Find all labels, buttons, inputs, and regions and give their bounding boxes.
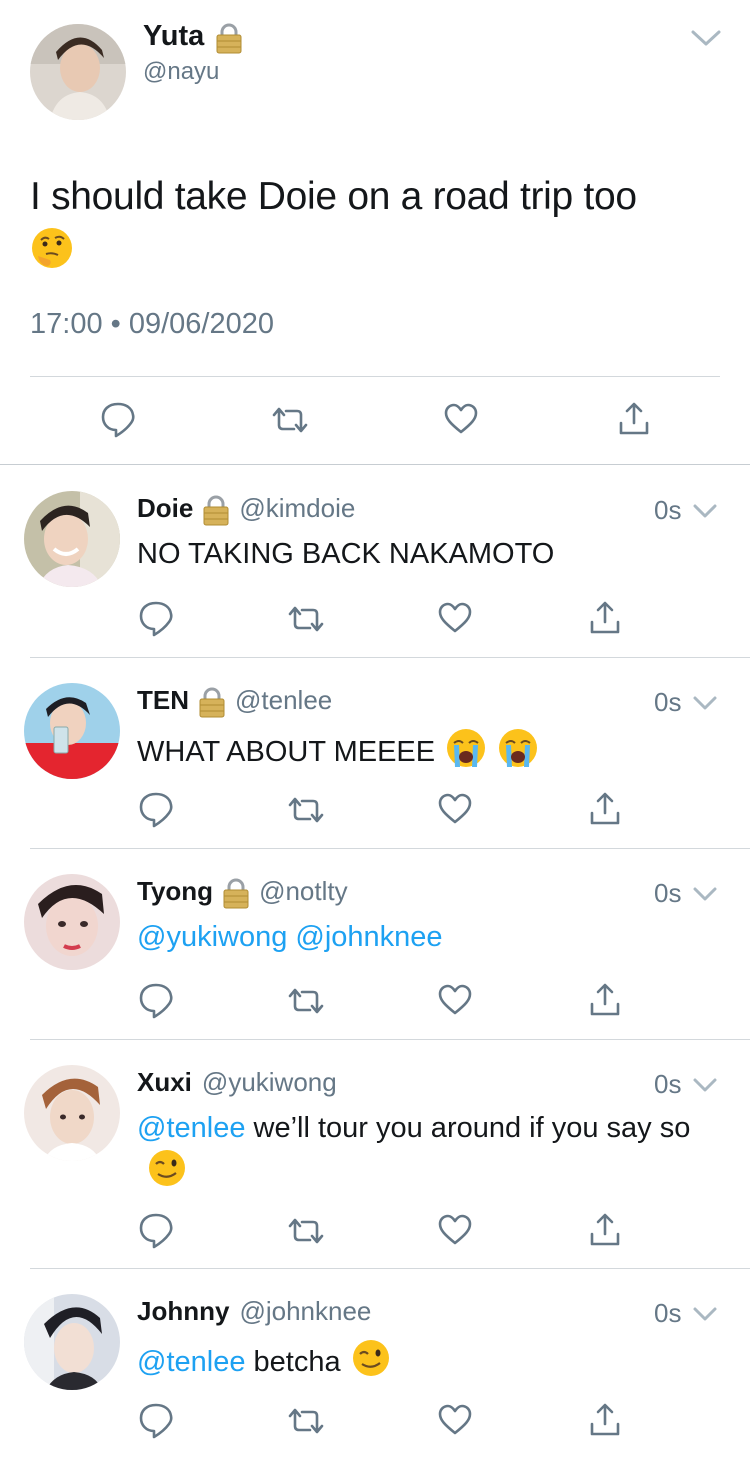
avatar[interactable] bbox=[24, 1294, 120, 1390]
divider bbox=[30, 376, 720, 377]
padlock-icon bbox=[201, 494, 231, 525]
chevron-down-icon[interactable] bbox=[692, 1304, 718, 1324]
reply-text-segment: NO TAKING BACK NAKAMOTO bbox=[137, 538, 555, 570]
reply-timestamp: 0s bbox=[654, 495, 682, 525]
author-handle[interactable]: @kimdoie bbox=[239, 493, 355, 524]
reply-header: Johnny @johnknee bbox=[137, 1296, 371, 1327]
reply-actions bbox=[0, 1398, 750, 1442]
author-handle[interactable]: @nayu bbox=[143, 58, 219, 86]
author-name[interactable]: Doie bbox=[137, 493, 193, 524]
reply-timestamp: 0s bbox=[654, 687, 682, 717]
retweet-icon[interactable] bbox=[286, 1216, 326, 1246]
chevron-down-icon[interactable] bbox=[692, 693, 718, 713]
reply-text: WHAT ABOUT MEEEE bbox=[137, 727, 722, 780]
share-icon[interactable] bbox=[589, 1212, 621, 1248]
speech-bubble-icon[interactable] bbox=[138, 1212, 174, 1250]
share-icon[interactable] bbox=[589, 600, 621, 636]
heart-icon[interactable] bbox=[443, 403, 479, 435]
retweet-icon[interactable] bbox=[286, 795, 326, 825]
reply-text-segment: betcha bbox=[245, 1346, 341, 1379]
heart-icon[interactable] bbox=[437, 1404, 473, 1436]
reply-actions bbox=[0, 596, 750, 640]
tweet-text: I should take Doie on a road trip too bbox=[30, 172, 720, 283]
author-handle[interactable]: @johnknee bbox=[239, 1296, 371, 1327]
tweet-timestamp: 17:00 • 09/06/2020 bbox=[30, 308, 274, 340]
author-handle[interactable]: @notlty bbox=[259, 876, 348, 907]
reply-header: Tyong @notlty bbox=[137, 876, 348, 908]
author-name-text: Yuta bbox=[143, 20, 205, 52]
loudly-crying-face-icon bbox=[497, 727, 539, 780]
speech-bubble-icon[interactable] bbox=[138, 600, 174, 638]
speech-bubble-icon[interactable] bbox=[138, 791, 174, 829]
divider bbox=[30, 657, 750, 658]
speech-bubble-icon[interactable] bbox=[100, 401, 136, 439]
author-handle[interactable]: @tenlee bbox=[235, 685, 332, 716]
reply-actions bbox=[0, 978, 750, 1022]
heart-icon[interactable] bbox=[437, 984, 473, 1016]
reply-header: Doie @kimdoie bbox=[137, 493, 355, 525]
reply-timestamp: 0s bbox=[654, 878, 682, 908]
padlock-icon bbox=[197, 686, 227, 717]
mention-link[interactable]: @johnknee bbox=[295, 921, 442, 953]
thinking-face-icon bbox=[30, 226, 74, 283]
main-tweet: Yuta @nayu I should take Doie on a road … bbox=[0, 0, 750, 465]
mention-link[interactable]: @tenlee bbox=[137, 1346, 245, 1378]
reply-timestamp: 0s bbox=[654, 1069, 682, 1099]
author-name[interactable]: Yuta bbox=[143, 20, 244, 53]
reply-actions bbox=[0, 787, 750, 831]
chevron-down-icon[interactable] bbox=[690, 26, 722, 50]
padlock-icon bbox=[214, 22, 244, 53]
share-icon[interactable] bbox=[618, 401, 650, 437]
avatar[interactable] bbox=[24, 874, 120, 970]
speech-bubble-icon[interactable] bbox=[138, 1402, 174, 1440]
speech-bubble-icon[interactable] bbox=[138, 982, 174, 1020]
mention-link[interactable]: @yukiwong bbox=[137, 921, 287, 953]
heart-icon[interactable] bbox=[437, 602, 473, 634]
tweet-actions bbox=[0, 395, 750, 445]
reply-text: NO TAKING BACK NAKAMOTO bbox=[137, 535, 722, 574]
reply-actions bbox=[0, 1208, 750, 1252]
avatar[interactable] bbox=[24, 683, 120, 779]
author-handle[interactable]: @yukiwong bbox=[202, 1067, 337, 1098]
retweet-icon[interactable] bbox=[286, 604, 326, 634]
chevron-down-icon[interactable] bbox=[692, 501, 718, 521]
chevron-down-icon[interactable] bbox=[692, 884, 718, 904]
tweet-text-body: I should take Doie on a road trip too bbox=[30, 175, 637, 218]
retweet-icon[interactable] bbox=[286, 986, 326, 1016]
divider bbox=[30, 1039, 750, 1040]
heart-icon[interactable] bbox=[437, 793, 473, 825]
avatar[interactable] bbox=[24, 1065, 120, 1161]
author-name[interactable]: TEN bbox=[137, 685, 189, 716]
divider bbox=[30, 848, 750, 849]
loudly-crying-face-icon bbox=[445, 727, 487, 780]
avatar[interactable] bbox=[30, 24, 126, 120]
author-name[interactable]: Johnny bbox=[137, 1296, 229, 1327]
share-icon[interactable] bbox=[589, 1402, 621, 1438]
share-icon[interactable] bbox=[589, 982, 621, 1018]
divider bbox=[0, 464, 750, 465]
author-name[interactable]: Tyong bbox=[137, 876, 213, 907]
divider bbox=[30, 1268, 750, 1269]
reply-text-segment: WHAT ABOUT MEEEE bbox=[137, 736, 436, 769]
heart-icon[interactable] bbox=[437, 1214, 473, 1246]
chevron-down-icon[interactable] bbox=[692, 1075, 718, 1095]
retweet-icon[interactable] bbox=[270, 405, 310, 435]
reply-text: @tenlee betcha bbox=[137, 1338, 722, 1389]
winking-face-icon bbox=[351, 1338, 391, 1389]
winking-face-icon bbox=[147, 1148, 187, 1199]
reply-header: TEN @tenlee bbox=[137, 685, 332, 717]
reply-text: @yukiwong @johnknee bbox=[137, 918, 722, 957]
share-icon[interactable] bbox=[589, 791, 621, 827]
author-name[interactable]: Xuxi bbox=[137, 1067, 192, 1098]
reply-text-segment: we’ll tour you around if you say so bbox=[245, 1112, 691, 1144]
mention-link[interactable]: @tenlee bbox=[137, 1112, 245, 1144]
padlock-icon bbox=[221, 877, 251, 908]
reply-header: Xuxi @yukiwong bbox=[137, 1067, 337, 1098]
reply-timestamp: 0s bbox=[654, 1298, 682, 1328]
reply-text: @tenlee we’ll tour you around if you say… bbox=[137, 1109, 722, 1199]
retweet-icon[interactable] bbox=[286, 1406, 326, 1436]
avatar[interactable] bbox=[24, 491, 120, 587]
